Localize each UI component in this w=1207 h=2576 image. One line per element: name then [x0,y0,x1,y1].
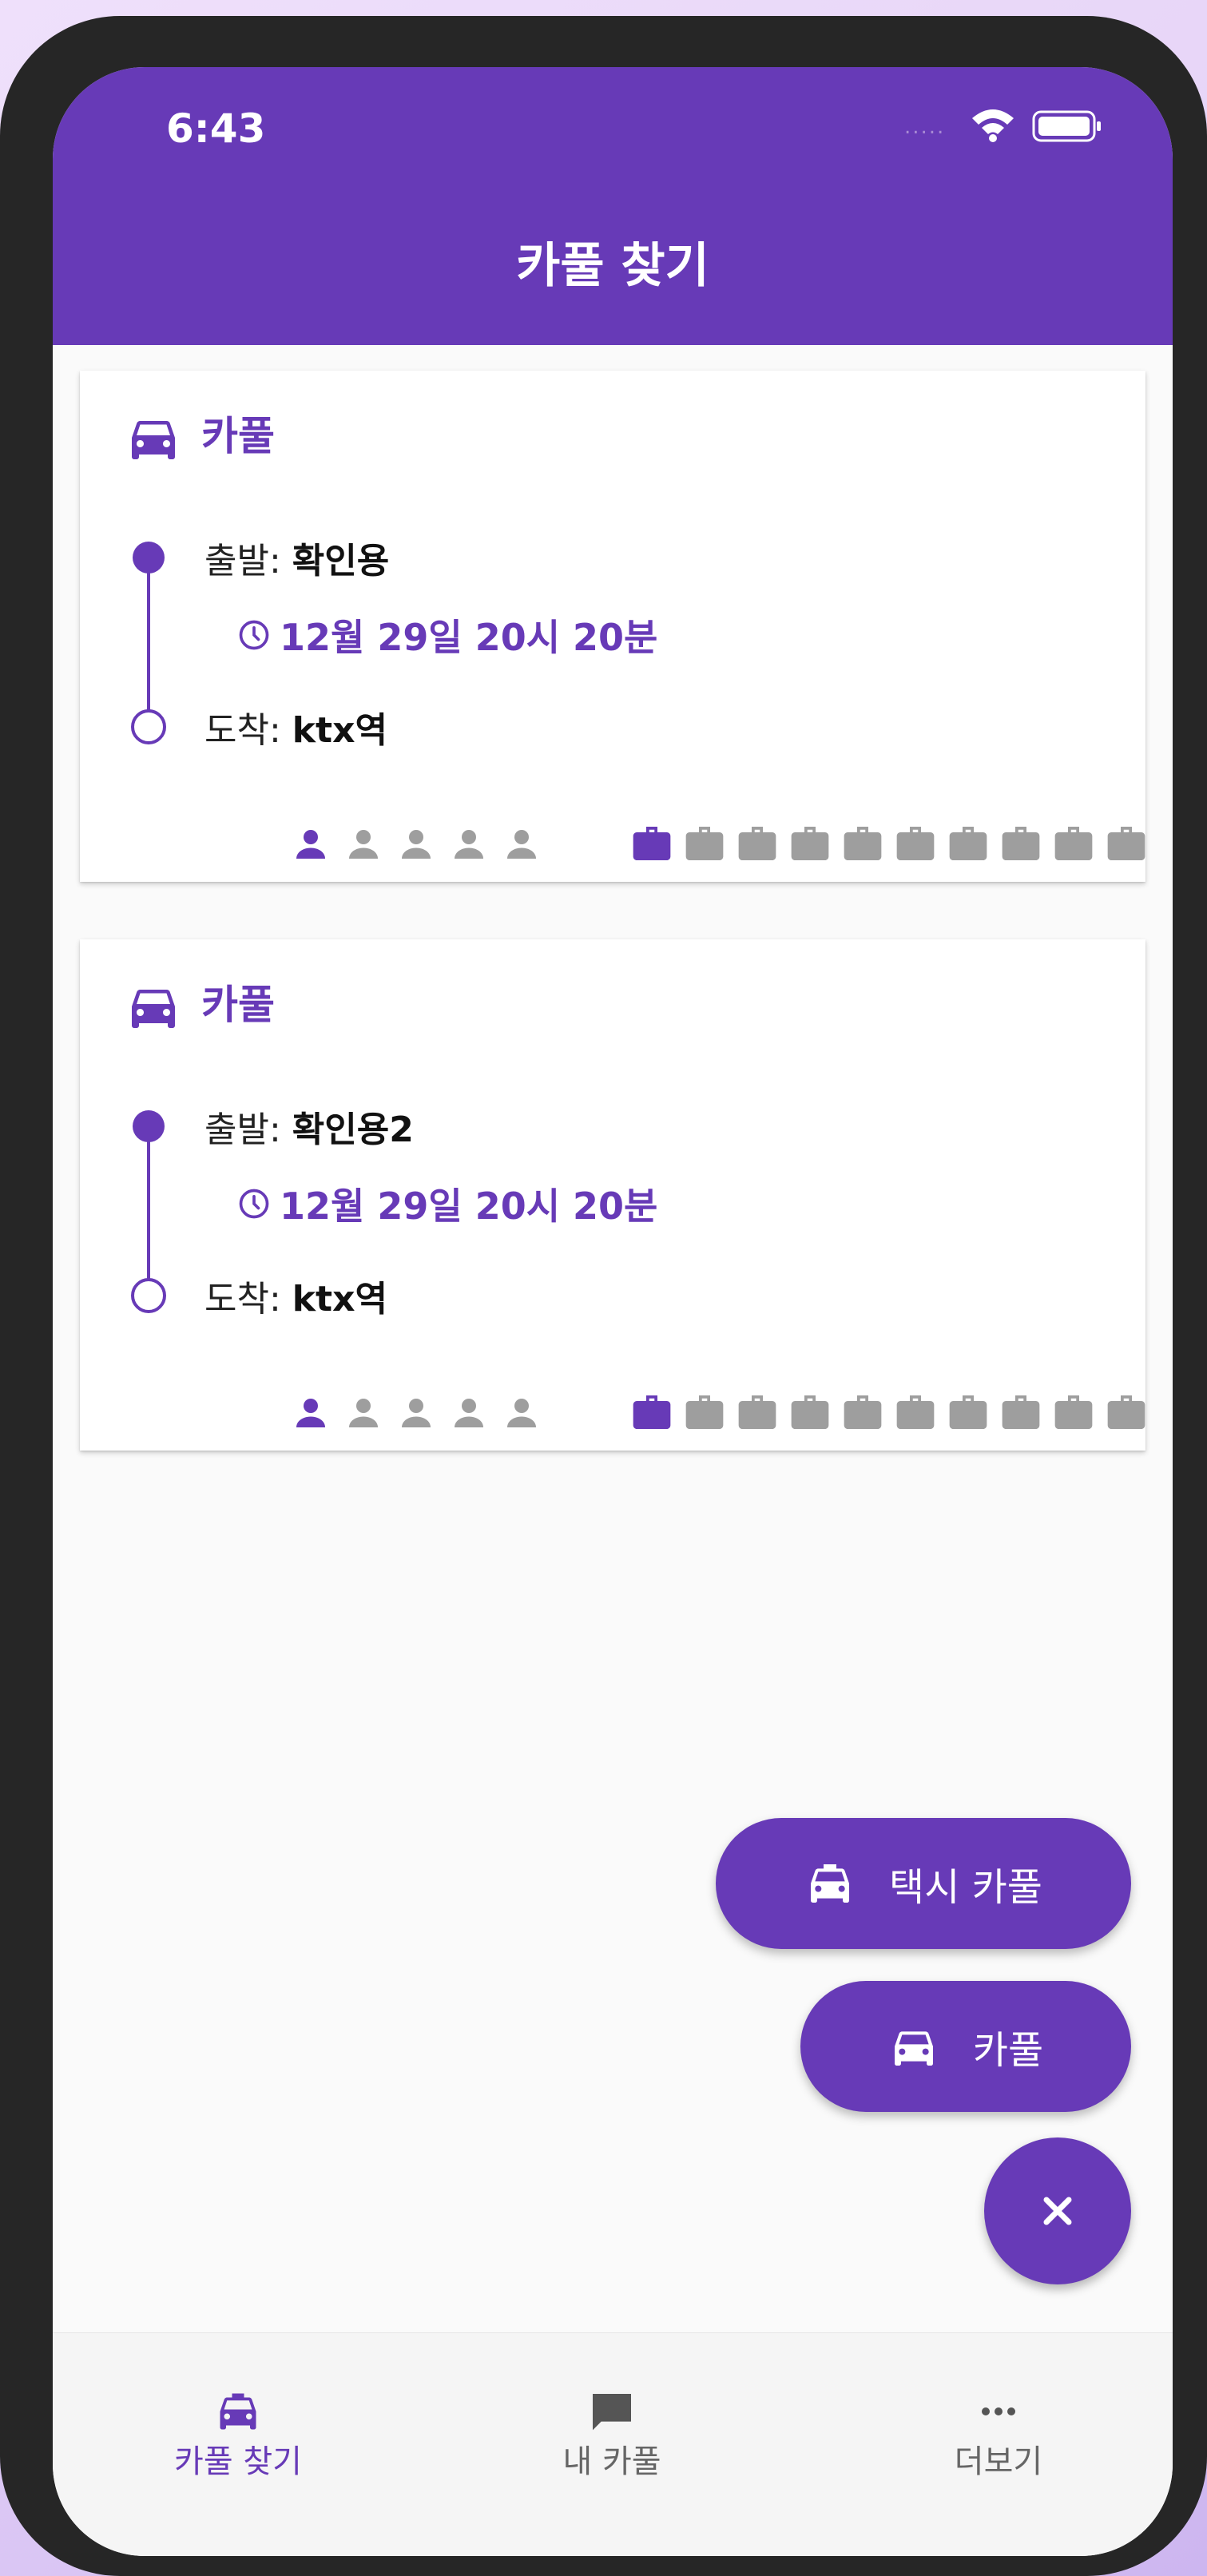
passenger-indicator [289,823,543,866]
passenger-icon [402,830,431,859]
nav-find-carpool[interactable]: 카풀 찾기 [118,2333,358,2493]
taxi-icon [811,1864,850,1903]
passenger-icon [402,1399,431,1427]
nav-more[interactable]: 더보기 [879,2333,1118,2493]
taxi-carpool-fab[interactable]: 택시 카풀 [716,1818,1131,1949]
signal-icon: ..... [904,115,946,139]
departure-row: 출발: 확인용 [204,532,389,583]
luggage-icon [949,1395,987,1429]
passenger-icon [296,830,325,859]
passenger-icon [507,830,536,859]
departure-time: 12월 29일 20시 20분 [236,609,657,661]
arrival-row: 도착: ktx역 [204,701,387,752]
luggage-indicator [628,1390,1150,1435]
departure-location: 확인용2 [292,1109,414,1150]
luggage-icon [738,1395,776,1429]
page-title: 카풀 찾기 [516,238,709,294]
chat-icon [593,2394,631,2431]
route-timeline [131,542,166,744]
clock-icon [239,620,269,650]
passenger-icon [349,830,378,859]
phone-frame: 6:43 ..... 카풀 찾기 카풀 출발: 확인용 12월 29일 20시 … [0,16,1207,2576]
luggage-icon [738,827,776,860]
bottom-navigation: 카풀 찾기 내 카풀 더보기 [53,2332,1173,2556]
luggage-icon [633,1395,671,1429]
luggage-icon [685,1395,724,1429]
departure-time-text: 12월 29일 20시 20분 [280,616,658,659]
ride-card[interactable]: 카풀 출발: 확인용 12월 29일 20시 20분 도착: ktx역 [80,371,1145,882]
luggage-icon [791,1395,829,1429]
nav-label: 카풀 찾기 [174,2443,302,2480]
nav-label: 더보기 [954,2443,1043,2480]
passenger-icon [507,1399,536,1427]
clock-icon [239,1189,269,1219]
ride-type: 카풀 [201,982,275,1028]
arrival-location: ktx역 [292,710,387,751]
taxi-carpool-label: 택시 카풀 [889,1865,1042,1910]
screen: 6:43 ..... 카풀 찾기 카풀 출발: 확인용 12월 29일 20시 … [53,67,1173,2556]
ride-type: 카풀 [201,413,275,459]
departure-location: 확인용 [292,541,390,581]
luggage-icon [896,1395,935,1429]
luggage-icon [685,827,724,860]
arrival-label: 도착: [204,710,292,751]
route-timeline [131,1110,166,1313]
app-bar: 6:43 ..... 카풀 찾기 [53,67,1173,345]
arrival-location: ktx역 [292,1279,387,1320]
wifi-icon [972,109,1014,142]
close-fab[interactable] [984,2137,1131,2284]
luggage-indicator [628,821,1150,866]
luggage-icon [1054,1395,1093,1429]
luggage-icon [1002,1395,1040,1429]
departure-time-text: 12월 29일 20시 20분 [280,1185,658,1228]
passenger-icon [455,1399,483,1427]
passenger-indicator [289,1391,543,1435]
passenger-icon [296,1399,325,1427]
nav-label: 내 카풀 [562,2443,661,2480]
luggage-icon [896,827,935,860]
luggage-icon [1054,827,1093,860]
luggage-icon [791,827,829,860]
car-icon [894,2031,933,2066]
departure-time: 12월 29일 20시 20분 [236,1177,657,1230]
arrival-label: 도착: [204,1279,292,1320]
nav-my-carpool[interactable]: 내 카풀 [492,2333,732,2493]
more-icon [982,2407,1015,2415]
departure-row: 출발: 확인용2 [204,1101,414,1152]
ride-card[interactable]: 카풀 출발: 확인용2 12월 29일 20시 20분 도착: ktx역 [80,939,1145,1451]
close-icon [1043,2197,1072,2225]
passenger-icon [455,830,483,859]
luggage-icon [1107,827,1145,860]
carpool-fab[interactable]: 카풀 [800,1981,1131,2112]
status-time: 6:43 [166,105,266,152]
luggage-icon [633,827,671,860]
luggage-icon [844,1395,882,1429]
carpool-label: 카풀 [972,2028,1044,2073]
passenger-icon [349,1399,378,1427]
departure-label: 출발: [204,541,292,581]
arrival-row: 도착: ktx역 [204,1270,387,1321]
luggage-icon [949,827,987,860]
battery-icon [1032,110,1101,142]
departure-label: 출발: [204,1109,292,1150]
luggage-icon [1002,827,1040,860]
luggage-icon [1107,1395,1145,1429]
taxi-icon [220,2393,256,2430]
luggage-icon [844,827,882,860]
